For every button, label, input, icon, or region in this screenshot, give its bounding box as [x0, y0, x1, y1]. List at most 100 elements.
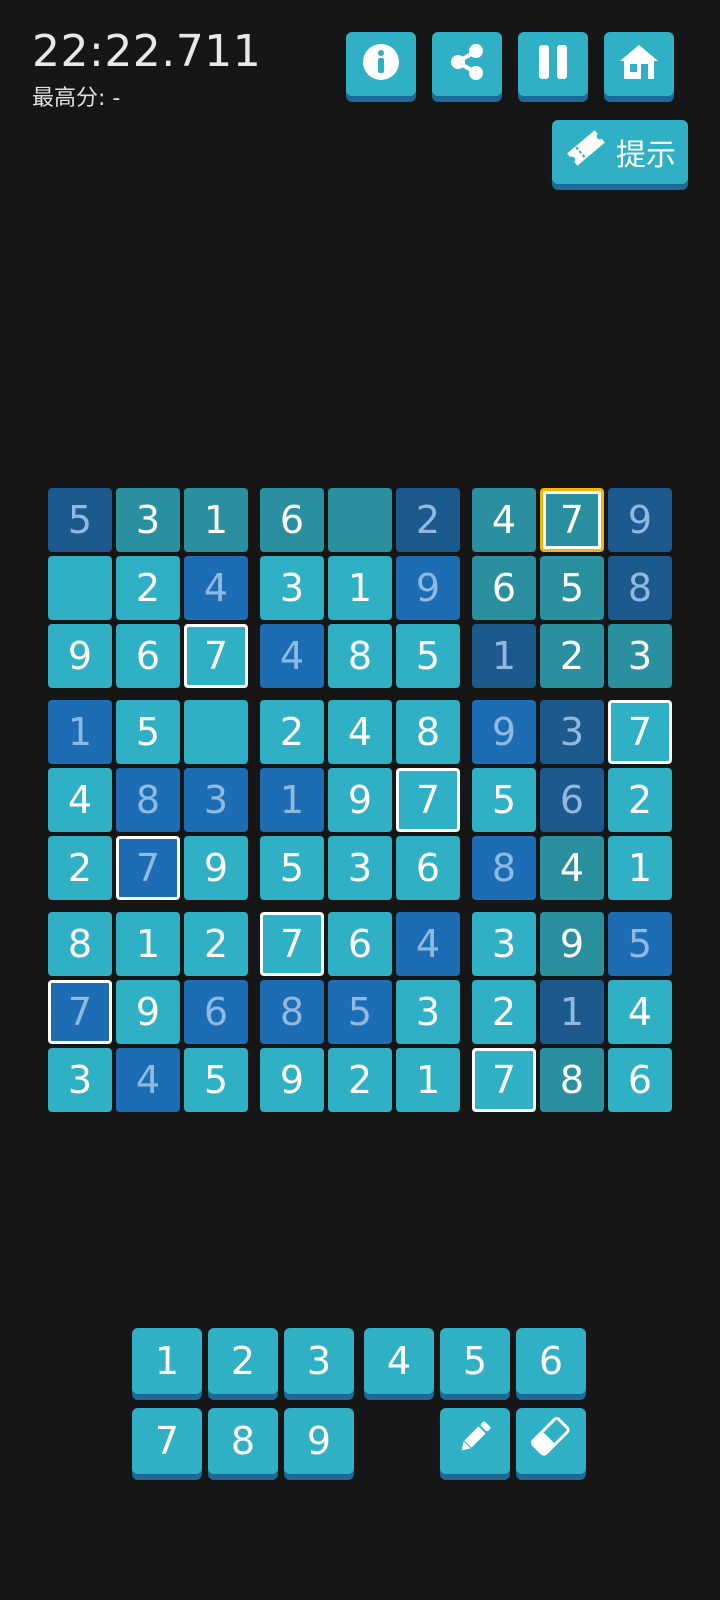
cell-r4-c2[interactable]: 5	[116, 700, 180, 764]
cell-r7-c8[interactable]: 9	[540, 912, 604, 976]
cell-r9-c8[interactable]: 8	[540, 1048, 604, 1112]
number-key-2[interactable]: 2	[208, 1328, 278, 1394]
cell-r2-c5[interactable]: 1	[328, 556, 392, 620]
cell-r3-c5[interactable]: 8	[328, 624, 392, 688]
cell-r5-c4[interactable]: 1	[260, 768, 324, 832]
cell-r6-c2[interactable]: 7	[116, 836, 180, 900]
cell-r9-c3[interactable]: 5	[184, 1048, 248, 1112]
info-button[interactable]	[346, 32, 416, 96]
cell-r1-c2[interactable]: 3	[116, 488, 180, 552]
cell-r1-c1[interactable]: 5	[48, 488, 112, 552]
cell-r1-c4[interactable]: 6	[260, 488, 324, 552]
share-icon	[446, 41, 488, 87]
cell-r3-c6[interactable]: 5	[396, 624, 460, 688]
cell-r5-c3[interactable]: 3	[184, 768, 248, 832]
cell-r3-c4[interactable]: 4	[260, 624, 324, 688]
cell-r1-c9[interactable]: 9	[608, 488, 672, 552]
cell-r7-c4[interactable]: 7	[260, 912, 324, 976]
home-button[interactable]	[604, 32, 674, 96]
number-key-5[interactable]: 5	[440, 1328, 510, 1394]
eraser-button[interactable]	[516, 1408, 586, 1474]
cell-r4-c9[interactable]: 7	[608, 700, 672, 764]
cell-r9-c5[interactable]: 2	[328, 1048, 392, 1112]
cell-r6-c3[interactable]: 9	[184, 836, 248, 900]
cell-r8-c3[interactable]: 6	[184, 980, 248, 1044]
cell-r8-c1[interactable]: 7	[48, 980, 112, 1044]
number-key-7[interactable]: 7	[132, 1408, 202, 1474]
cell-r4-c6[interactable]: 8	[396, 700, 460, 764]
cell-r7-c3[interactable]: 2	[184, 912, 248, 976]
cell-r8-c9[interactable]: 4	[608, 980, 672, 1044]
cell-r6-c5[interactable]: 3	[328, 836, 392, 900]
cell-r9-c7[interactable]: 7	[472, 1048, 536, 1112]
cell-r1-c3[interactable]: 1	[184, 488, 248, 552]
cell-r8-c6[interactable]: 3	[396, 980, 460, 1044]
cell-r3-c9[interactable]: 3	[608, 624, 672, 688]
cell-r7-c7[interactable]: 3	[472, 912, 536, 976]
cell-r4-c7[interactable]: 9	[472, 700, 536, 764]
cell-r5-c5[interactable]: 9	[328, 768, 392, 832]
best-score: 最高分: -	[32, 86, 121, 111]
cell-r2-c8[interactable]: 5	[540, 556, 604, 620]
cell-r2-c4[interactable]: 3	[260, 556, 324, 620]
cell-r5-c6[interactable]: 7	[396, 768, 460, 832]
number-key-3[interactable]: 3	[284, 1328, 354, 1394]
share-button[interactable]	[432, 32, 502, 96]
cell-r9-c2[interactable]: 4	[116, 1048, 180, 1112]
cell-r9-c6[interactable]: 1	[396, 1048, 460, 1112]
cell-r9-c1[interactable]: 3	[48, 1048, 112, 1112]
number-key-8[interactable]: 8	[208, 1408, 278, 1474]
cell-r6-c7[interactable]: 8	[472, 836, 536, 900]
pause-button[interactable]	[518, 32, 588, 96]
cell-r4-c1[interactable]: 1	[48, 700, 112, 764]
cell-r3-c1[interactable]: 9	[48, 624, 112, 688]
cell-r8-c5[interactable]: 5	[328, 980, 392, 1044]
cell-r4-c8[interactable]: 3	[540, 700, 604, 764]
cell-r6-c4[interactable]: 5	[260, 836, 324, 900]
cell-r4-c3[interactable]	[184, 700, 248, 764]
sudoku-board: 5316247924319658967485123152489374831975…	[48, 488, 672, 1112]
cell-r4-c4[interactable]: 2	[260, 700, 324, 764]
cell-r3-c7[interactable]: 1	[472, 624, 536, 688]
number-key-1[interactable]: 1	[132, 1328, 202, 1394]
cell-r7-c5[interactable]: 6	[328, 912, 392, 976]
cell-r8-c4[interactable]: 8	[260, 980, 324, 1044]
cell-r7-c1[interactable]: 8	[48, 912, 112, 976]
cell-r7-c9[interactable]: 5	[608, 912, 672, 976]
cell-r9-c9[interactable]: 6	[608, 1048, 672, 1112]
cell-r2-c3[interactable]: 4	[184, 556, 248, 620]
cell-r5-c7[interactable]: 5	[472, 768, 536, 832]
cell-r6-c1[interactable]: 2	[48, 836, 112, 900]
cell-r8-c7[interactable]: 2	[472, 980, 536, 1044]
cell-r5-c9[interactable]: 2	[608, 768, 672, 832]
cell-r7-c2[interactable]: 1	[116, 912, 180, 976]
number-key-6[interactable]: 6	[516, 1328, 586, 1394]
cell-r2-c6[interactable]: 9	[396, 556, 460, 620]
cell-r5-c2[interactable]: 8	[116, 768, 180, 832]
cell-r6-c9[interactable]: 1	[608, 836, 672, 900]
cell-r9-c4[interactable]: 9	[260, 1048, 324, 1112]
cell-r2-c1[interactable]	[48, 556, 112, 620]
cell-r5-c8[interactable]: 6	[540, 768, 604, 832]
cell-r6-c6[interactable]: 6	[396, 836, 460, 900]
cell-r7-c6[interactable]: 4	[396, 912, 460, 976]
cell-r1-c7[interactable]: 4	[472, 488, 536, 552]
number-key-9[interactable]: 9	[284, 1408, 354, 1474]
cell-r1-c5[interactable]	[328, 488, 392, 552]
cell-r3-c2[interactable]: 6	[116, 624, 180, 688]
cell-r3-c8[interactable]: 2	[540, 624, 604, 688]
cell-r1-c8[interactable]: 7	[540, 488, 604, 552]
cell-r2-c9[interactable]: 8	[608, 556, 672, 620]
cell-r5-c1[interactable]: 4	[48, 768, 112, 832]
cell-r2-c2[interactable]: 2	[116, 556, 180, 620]
cell-r3-c3[interactable]: 7	[184, 624, 248, 688]
cell-r8-c2[interactable]: 9	[116, 980, 180, 1044]
hint-button[interactable]: 提示	[552, 120, 688, 184]
cell-r4-c5[interactable]: 4	[328, 700, 392, 764]
cell-r6-c8[interactable]: 4	[540, 836, 604, 900]
cell-r8-c8[interactable]: 1	[540, 980, 604, 1044]
cell-r2-c7[interactable]: 6	[472, 556, 536, 620]
cell-r1-c6[interactable]: 2	[396, 488, 460, 552]
pencil-button[interactable]	[440, 1408, 510, 1474]
number-key-4[interactable]: 4	[364, 1328, 434, 1394]
